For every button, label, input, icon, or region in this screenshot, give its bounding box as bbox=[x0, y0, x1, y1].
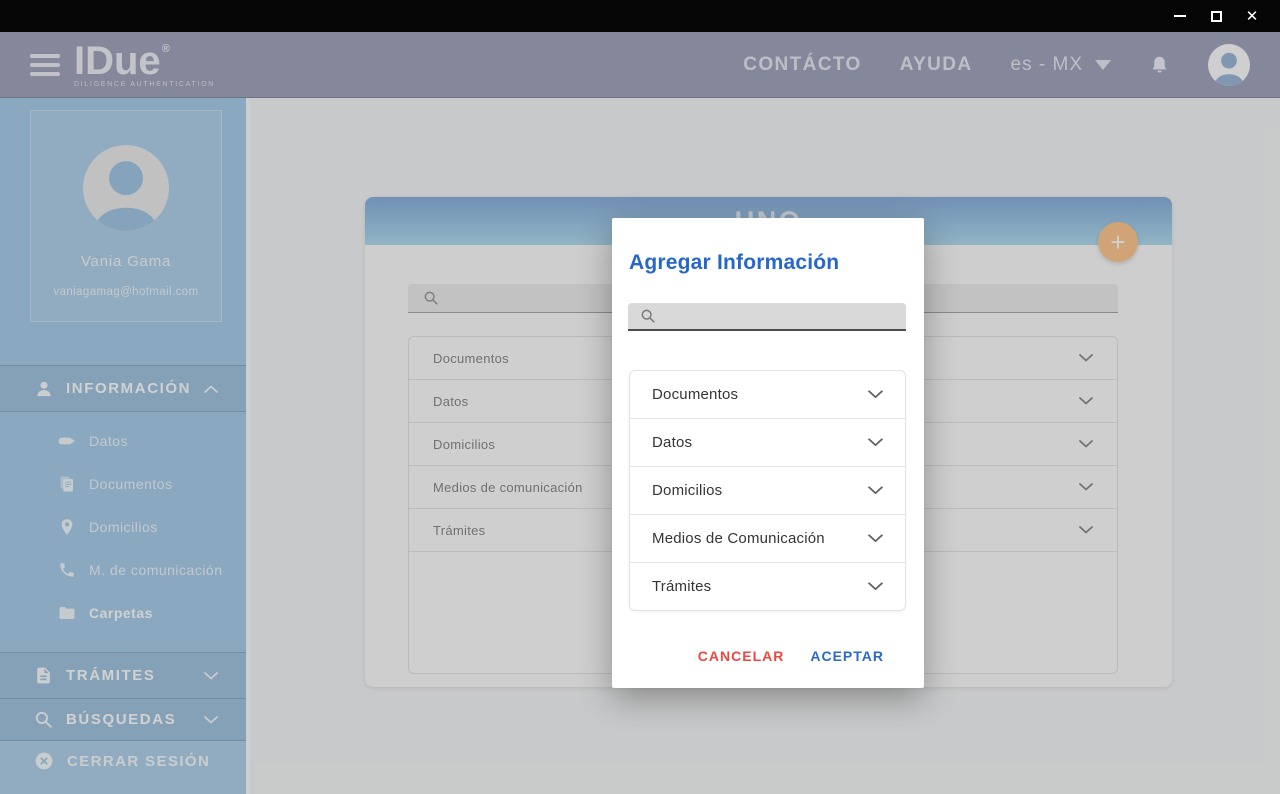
add-information-modal: Agregar Información Documentos Datos Dom… bbox=[612, 218, 924, 688]
chevron-down-icon bbox=[868, 486, 883, 495]
modal-item-label: Domicilios bbox=[652, 482, 722, 499]
modal-item-medios[interactable]: Medios de Comunicación bbox=[629, 514, 906, 563]
modal-item-documentos[interactable]: Documentos bbox=[629, 370, 906, 419]
modal-item-tramites[interactable]: Trámites bbox=[629, 562, 906, 611]
modal-item-label: Medios de Comunicación bbox=[652, 530, 825, 547]
chevron-down-icon bbox=[868, 390, 883, 399]
window-minimize-button[interactable] bbox=[1162, 0, 1198, 32]
close-icon: ✕ bbox=[1246, 9, 1259, 24]
modal-accordion-list: Documentos Datos Domicilios Medios de Co… bbox=[629, 370, 906, 611]
app-window: ✕ IDue® DILIGENCE AUTHENTICATION CONTÁCT… bbox=[0, 0, 1280, 794]
modal-search-input[interactable] bbox=[664, 303, 906, 329]
chevron-down-icon bbox=[868, 582, 883, 591]
modal-item-label: Trámites bbox=[652, 578, 711, 595]
chevron-down-icon bbox=[868, 534, 883, 543]
chevron-down-icon bbox=[868, 438, 883, 447]
modal-search-bar[interactable] bbox=[628, 303, 906, 331]
window-titlebar: ✕ bbox=[0, 0, 1280, 32]
modal-item-label: Documentos bbox=[652, 386, 738, 403]
modal-item-label: Datos bbox=[652, 434, 692, 451]
window-maximize-button[interactable] bbox=[1198, 0, 1234, 32]
accept-button[interactable]: ACEPTAR bbox=[810, 648, 884, 664]
maximize-icon bbox=[1211, 11, 1222, 22]
search-icon bbox=[640, 308, 656, 324]
window-close-button[interactable]: ✕ bbox=[1234, 0, 1270, 32]
modal-item-datos[interactable]: Datos bbox=[629, 418, 906, 467]
minimize-icon bbox=[1174, 15, 1186, 17]
modal-item-domicilios[interactable]: Domicilios bbox=[629, 466, 906, 515]
modal-title: Agregar Información bbox=[629, 251, 839, 275]
modal-actions: CANCELAR ACEPTAR bbox=[698, 648, 884, 664]
cancel-button[interactable]: CANCELAR bbox=[698, 648, 785, 664]
